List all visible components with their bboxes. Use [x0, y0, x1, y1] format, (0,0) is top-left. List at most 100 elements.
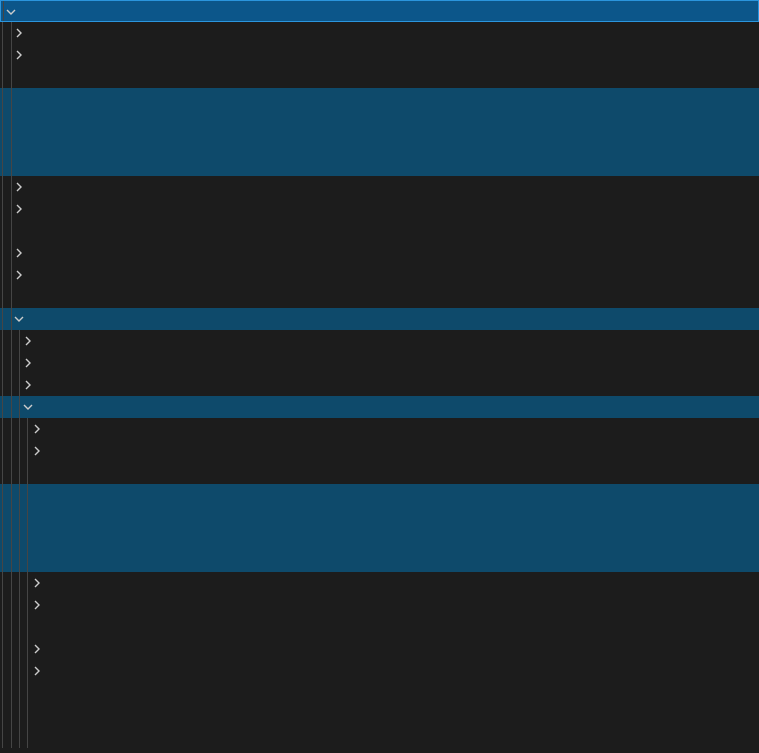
tree-row[interactable]: parse_score = 1.0: [0, 704, 759, 726]
tree-row[interactable]: layout_score = 0.9149984121322632: [0, 462, 759, 484]
indent-guide-line: [11, 550, 12, 572]
tree-row[interactable]: low_grade = <QualityGrade.EXCELLENT: 'ex…: [0, 88, 759, 110]
indent-guide-line: [27, 440, 28, 462]
indent-guide-line: [19, 550, 20, 572]
tree-row[interactable]: ocr_score = nan: [0, 682, 759, 704]
indent-guide-line: [2, 704, 3, 726]
tree-row[interactable]: low_score = 0.91924849152565: [0, 506, 759, 528]
tree-row[interactable]: layout_score = 0.9149984121322632: [0, 66, 759, 88]
indent-guide-line: [11, 66, 12, 88]
indent-guide-line: [27, 704, 28, 726]
indent-guide-line: [2, 638, 3, 660]
chevron-right-icon[interactable]: [11, 267, 27, 283]
chevron-right-icon[interactable]: [20, 333, 36, 349]
indent-guide-line: [11, 286, 12, 308]
indent-guide-line: [27, 550, 28, 572]
indent-guide-line: [19, 704, 20, 726]
tree-row[interactable]: mean_score = 0.9574992060661316: [0, 154, 759, 176]
tree-row[interactable]: model_computed_fields = {'mean_grade': C…: [0, 176, 759, 198]
indent-guide-line: [2, 462, 3, 484]
indent-guide-line: [19, 726, 20, 748]
indent-guide-line: [2, 242, 3, 264]
chevron-down-icon[interactable]: [20, 399, 36, 415]
tree-row[interactable]: class variables: [0, 374, 759, 396]
tree-row[interactable]: ocr_score = nan: [0, 286, 759, 308]
indent-guide-line: [2, 550, 3, 572]
tree-row[interactable]: model_config = {}: [0, 594, 759, 616]
tree-row[interactable]: low_score = 0.91924849152565: [0, 110, 759, 132]
indent-guide-line: [27, 484, 28, 506]
indent-guide-line: [2, 286, 3, 308]
chevron-right-icon[interactable]: [29, 575, 45, 591]
indent-guide-line: [2, 308, 3, 330]
tree-row[interactable]: special variables: [0, 22, 759, 44]
tree-row[interactable]: function variables: [0, 44, 759, 66]
indent-guide-line: [2, 22, 3, 44]
indent-guide-line: [2, 528, 3, 550]
tree-row[interactable]: model_fields = {'parse_score': FieldInfo…: [0, 638, 759, 660]
indent-guide-line: [11, 132, 12, 154]
indent-guide-line: [11, 660, 12, 682]
indent-guide-line: [11, 396, 12, 418]
tree-row[interactable]: special variables: [0, 330, 759, 352]
tree-row[interactable]: model_extra = None: [0, 616, 759, 638]
indent-guide-line: [19, 594, 20, 616]
indent-guide-line: [2, 616, 3, 638]
indent-guide-line: [2, 66, 3, 88]
indent-guide-line: [11, 374, 12, 396]
indent-guide-line: [11, 506, 12, 528]
tree-row[interactable]: pages = defaultdict(<class 'docling.data…: [0, 308, 759, 330]
chevron-right-icon[interactable]: [29, 443, 45, 459]
chevron-right-icon[interactable]: [29, 641, 45, 657]
indent-guide-line: [2, 396, 3, 418]
tree-row[interactable]: model_fields = {'parse_score': FieldInfo…: [0, 242, 759, 264]
chevron-right-icon[interactable]: [20, 355, 36, 371]
indent-guide-line: [27, 726, 28, 748]
tree-row[interactable]: function variables: [0, 440, 759, 462]
indent-guide-line: [2, 506, 3, 528]
tree-row[interactable]: model_extra = None: [0, 220, 759, 242]
chevron-right-icon[interactable]: [20, 377, 36, 393]
tree-row[interactable]: mean_grade = <QualityGrade.EXCELLENT: 'e…: [0, 132, 759, 154]
indent-guide-line: [11, 418, 12, 440]
tree-row[interactable]: model_fields_set = {'parse_score', 'ocr_…: [0, 660, 759, 682]
indent-guide-line: [2, 726, 3, 748]
indent-guide-line: [11, 616, 12, 638]
indent-guide-line: [19, 462, 20, 484]
tree-row[interactable]: model_fields_set = {'ocr_score', 'layout…: [0, 264, 759, 286]
tree-row[interactable]: model_computed_fields = {'mean_grade': C…: [0, 572, 759, 594]
tree-row[interactable]: mean_grade = <QualityGrade.EXCELLENT: 'e…: [0, 528, 759, 550]
tree-row[interactable]: model_config = {}: [0, 198, 759, 220]
indent-guide-line: [11, 572, 12, 594]
chevron-right-icon[interactable]: [29, 421, 45, 437]
chevron-down-icon[interactable]: [11, 311, 27, 327]
chevron-right-icon[interactable]: [29, 597, 45, 613]
indent-guide-line: [11, 330, 12, 352]
indent-guide-line: [2, 418, 3, 440]
indent-guide-line: [11, 154, 12, 176]
tree-row[interactable]: confidence = ConfidenceReport(parse_scor…: [0, 0, 759, 22]
chevron-right-icon[interactable]: [11, 47, 27, 63]
chevron-right-icon[interactable]: [11, 245, 27, 261]
chevron-right-icon[interactable]: [11, 179, 27, 195]
chevron-right-icon[interactable]: [11, 25, 27, 41]
indent-guide-line: [19, 638, 20, 660]
indent-guide-line: [2, 352, 3, 374]
indent-guide-line: [19, 484, 20, 506]
chevron-right-icon[interactable]: [11, 201, 27, 217]
tree-row[interactable]: mean_score = 0.9574992060661316: [0, 550, 759, 572]
chevron-right-icon[interactable]: [29, 663, 45, 679]
indent-guide-line: [27, 462, 28, 484]
indent-guide-line: [19, 682, 20, 704]
indent-guide-line: [2, 198, 3, 220]
tree-row[interactable]: low_grade = <QualityGrade.EXCELLENT: 'ex…: [0, 484, 759, 506]
tree-row[interactable]: function variables: [0, 352, 759, 374]
tree-row[interactable]: special variables: [0, 418, 759, 440]
indent-guide-line: [11, 726, 12, 748]
indent-guide-line: [2, 176, 3, 198]
tree-row[interactable]: table_score = nan: [0, 726, 759, 748]
indent-guide-line: [27, 506, 28, 528]
tree-row[interactable]: 0 = PageConfidenceScores(parse_score=1.0…: [0, 396, 759, 418]
chevron-down-icon[interactable]: [3, 4, 19, 20]
indent-guide-line: [11, 110, 12, 132]
